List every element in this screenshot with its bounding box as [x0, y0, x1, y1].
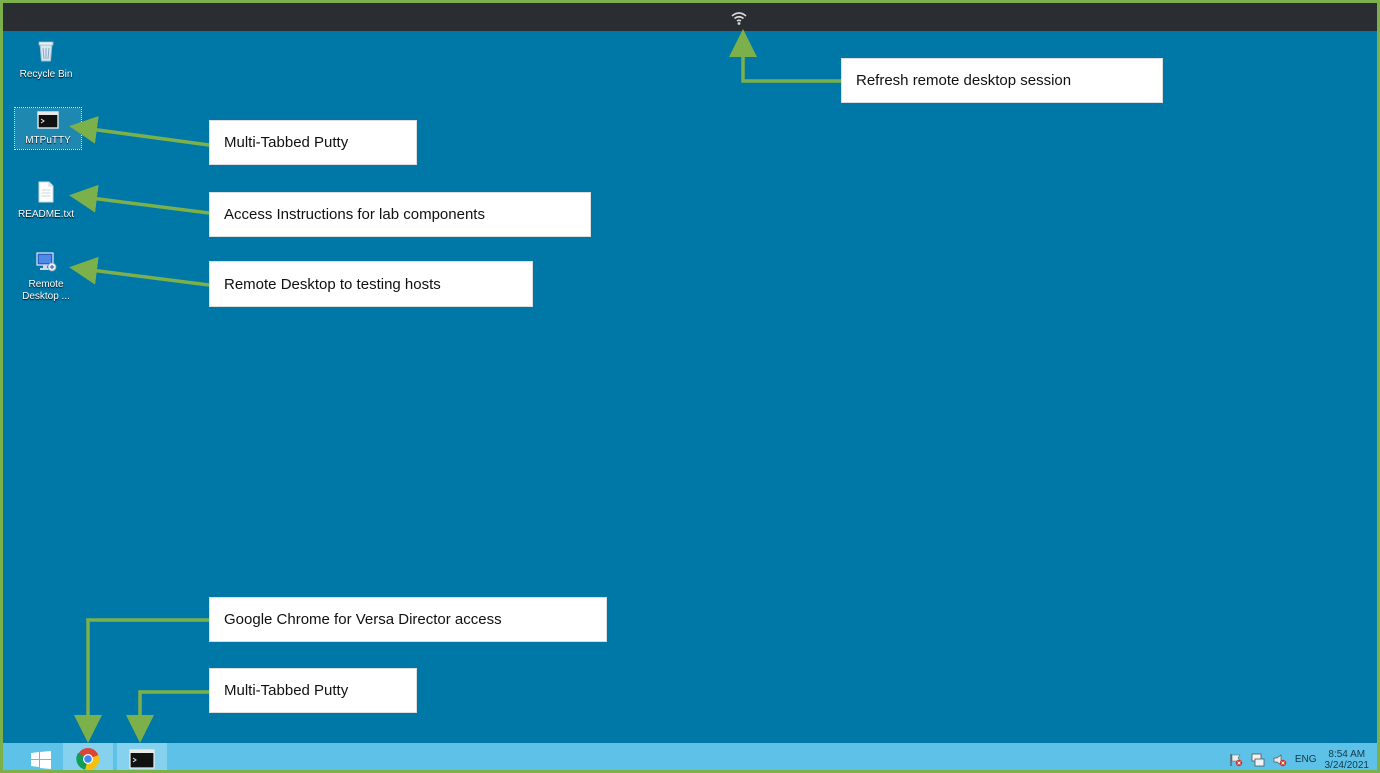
desktop-icon-mtputty[interactable]: MTPuTTY [14, 107, 82, 150]
chrome-icon [76, 748, 100, 770]
recycle-bin-icon [38, 41, 54, 62]
callout-remote-desktop: Remote Desktop to testing hosts [209, 261, 533, 307]
desktop-icon-readme[interactable]: README.txt [13, 181, 79, 221]
desktop-icon-label: README.txt [17, 209, 75, 220]
callout-chrome: Google Chrome for Versa Director access [209, 597, 607, 642]
network-icon[interactable] [1251, 753, 1265, 767]
desktop-area: Recycle Bin MTPuTTY README.txt Remote De… [3, 31, 1377, 743]
callout-mtputty: Multi-Tabbed Putty [209, 120, 417, 165]
remote-desktop-frame: Recycle Bin MTPuTTY README.txt Remote De… [0, 0, 1380, 773]
desktop-icon-label: Recycle Bin [19, 69, 73, 80]
desktop-icon-label: Remote Desktop ... [22, 279, 70, 302]
language-indicator[interactable]: ENG [1295, 754, 1317, 765]
connection-bar [3, 3, 1377, 31]
taskbar-chrome-button[interactable] [63, 743, 113, 770]
clock-date: 3/24/2021 [1324, 759, 1370, 771]
action-center-flag-icon[interactable] [1229, 753, 1243, 767]
remote-desktop-icon [36, 252, 57, 272]
start-button[interactable] [23, 743, 59, 770]
callout-readme: Access Instructions for lab components [209, 192, 591, 237]
terminal-icon [37, 111, 59, 129]
desktop-icon-recycle-bin[interactable]: Recycle Bin [13, 39, 79, 81]
taskbar: ENG 8:54 AM 3/24/2021 [3, 743, 1377, 771]
callout-refresh-session: Refresh remote desktop session [841, 58, 1163, 103]
system-tray: ENG 8:54 AM 3/24/2021 [1229, 743, 1370, 771]
volume-muted-icon[interactable] [1273, 753, 1287, 767]
taskbar-mtputty-button[interactable] [117, 743, 167, 770]
connection-signal-icon[interactable] [730, 10, 748, 26]
clock-time: 8:54 AM [1328, 748, 1366, 760]
callout-taskbar-putty: Multi-Tabbed Putty [209, 668, 417, 713]
clock[interactable]: 8:54 AM 3/24/2021 [1325, 749, 1370, 771]
terminal-icon [129, 749, 155, 769]
desktop-icon-label: MTPuTTY [25, 135, 71, 146]
desktop-icon-remote-desktop[interactable]: Remote Desktop ... [13, 251, 79, 303]
windows-start-icon [31, 751, 51, 769]
text-file-icon [38, 181, 54, 203]
